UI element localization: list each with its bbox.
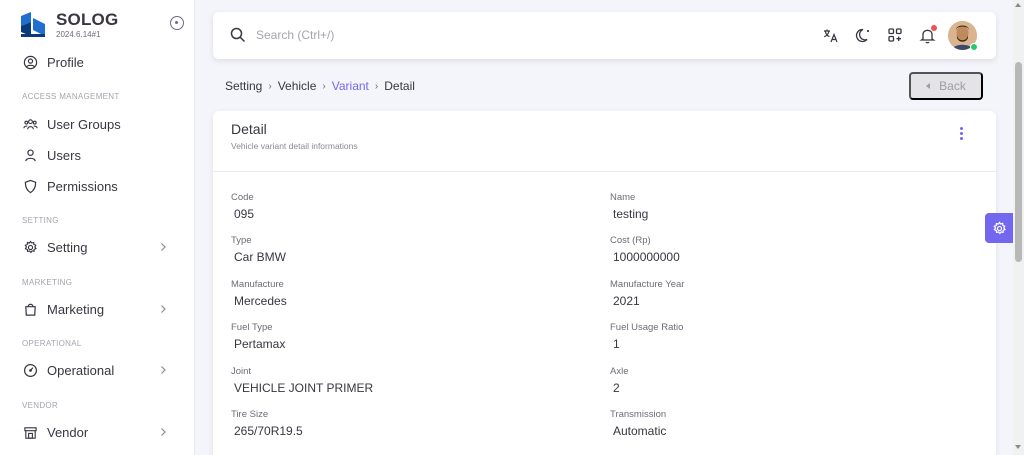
breadcrumb-separator-icon: › (322, 80, 326, 92)
section-vendor: VENDOR (22, 401, 59, 410)
sidebar-item-label: Marketing (47, 301, 105, 317)
sidebar-item-setting[interactable]: Setting (22, 236, 182, 258)
section-access-management: ACCESS MANAGEMENT (22, 92, 120, 101)
field-label-type: Type (231, 235, 252, 246)
theme-toggle-icon[interactable] (854, 26, 872, 44)
scroll-up-arrow-icon[interactable] (1015, 3, 1021, 7)
field-value-joint: VEHICLE JOINT PRIMER (234, 381, 374, 395)
search-icon[interactable] (230, 27, 246, 48)
chevron-right-icon (156, 425, 170, 439)
sidebar-item-vendor[interactable]: Vendor (22, 421, 182, 443)
sidebar-item-label: Profile (47, 54, 84, 70)
online-status-dot (970, 43, 978, 51)
field-value-manufacture: Mercedes (234, 294, 287, 308)
breadcrumb-separator-icon: › (374, 80, 379, 92)
card-title: Detail (231, 121, 267, 137)
brand-name: SOLOG (56, 10, 119, 29)
sidebar-item-profile[interactable]: Profile (22, 51, 182, 73)
field-value-transmission: Automatic (613, 424, 667, 438)
field-label-manufacture-year: Manufacture Year (610, 279, 685, 290)
sidebar-item-operational[interactable]: Operational (22, 359, 182, 381)
field-label-transmission: Transmission (610, 409, 667, 420)
users-group-icon (22, 116, 38, 132)
customizer-gear-icon[interactable] (985, 213, 1013, 243)
chevron-right-icon (156, 302, 170, 316)
back-button[interactable]: Back (909, 72, 983, 100)
field-value-type: Car BMW (234, 250, 286, 264)
sidebar-item-label: Operational (47, 362, 115, 378)
section-marketing: MARKETING (22, 278, 73, 287)
shield-icon (22, 178, 38, 194)
sidebar-item-label: Setting (47, 239, 88, 255)
field-value-name: testing (613, 207, 649, 221)
field-value-cost: 1000000000 (613, 250, 680, 264)
sidebar-item-users[interactable]: Users (22, 144, 182, 166)
sidebar-item-marketing[interactable]: Marketing (22, 298, 182, 320)
brand[interactable]: SOLOG 2024.6.14#1 (18, 9, 188, 41)
field-label-name: Name (610, 192, 636, 203)
breadcrumb-separator-icon: › (268, 80, 272, 92)
caret-left-icon (926, 83, 931, 89)
sidebar-item-label: User Groups (47, 116, 121, 132)
section-operational: OPERATIONAL (22, 339, 82, 348)
scrollbar-thumb[interactable] (1015, 62, 1022, 262)
field-value-fuel-usage-ratio: 1 (613, 337, 620, 351)
back-button-label: Back (939, 79, 966, 93)
chevron-right-icon (156, 240, 170, 254)
chevron-right-icon (156, 363, 170, 377)
card-subtitle: Vehicle variant detail informations (231, 141, 358, 151)
field-value-fuel-type: Pertamax (234, 337, 286, 351)
user-icon (22, 147, 38, 163)
user-circle-icon (22, 54, 38, 70)
sidebar-collapse-icon[interactable] (170, 16, 184, 30)
field-value-manufacture-year: 2021 (613, 294, 640, 308)
breadcrumb-setting[interactable]: Setting (225, 79, 262, 93)
sidebar-item-label: Vendor (47, 424, 89, 440)
vertical-scrollbar[interactable] (1013, 0, 1024, 455)
notification-badge (931, 25, 937, 31)
field-value-axle: 2 (613, 381, 620, 395)
field-value-tire-size: 265/70R19.5 (234, 424, 303, 438)
field-label-tire-size: Tire Size (231, 409, 269, 420)
field-value-code: 095 (234, 207, 255, 221)
breadcrumb-vehicle[interactable]: Vehicle (278, 79, 317, 93)
topbar: Search (Ctrl+/) (213, 12, 996, 59)
sidebar-item-label: Users (47, 147, 81, 163)
shortcuts-icon[interactable] (886, 26, 904, 44)
field-label-joint: Joint (231, 366, 252, 377)
brand-version: 2024.6.14#1 (56, 30, 101, 39)
sidebar: SOLOG 2024.6.14#1 Profile ACCESS MANAGEM… (0, 0, 195, 455)
field-label-code: Code (231, 192, 254, 203)
field-label-manufacture: Manufacture (231, 279, 284, 290)
field-label-cost: Cost (Rp) (610, 235, 651, 246)
translate-icon[interactable] (821, 26, 839, 44)
sidebar-item-label: Permissions (47, 178, 118, 194)
more-options-icon[interactable] (959, 127, 965, 141)
gauge-icon (22, 362, 38, 378)
field-label-fuel-usage-ratio: Fuel Usage Ratio (610, 322, 684, 333)
field-label-axle: Axle (610, 366, 629, 377)
sidebar-item-permissions[interactable]: Permissions (22, 175, 182, 197)
scroll-down-arrow-icon[interactable] (1015, 445, 1021, 449)
shopping-bag-icon (22, 301, 38, 317)
building-store-icon (22, 424, 38, 440)
section-setting: SETTING (22, 216, 59, 225)
breadcrumb: Setting › Vehicle › Variant › Detail (225, 79, 415, 93)
sidebar-item-user-groups[interactable]: User Groups (22, 113, 182, 135)
detail-card: Detail Vehicle variant detail informatio… (213, 111, 996, 455)
gear-icon (22, 239, 38, 255)
field-label-fuel-type: Fuel Type (231, 322, 273, 333)
search-input[interactable]: Search (Ctrl+/) (256, 28, 334, 42)
breadcrumb-detail: Detail (384, 79, 415, 93)
sologo-logo-icon (21, 12, 45, 37)
breadcrumb-variant[interactable]: Variant (332, 79, 369, 93)
divider (213, 171, 996, 172)
